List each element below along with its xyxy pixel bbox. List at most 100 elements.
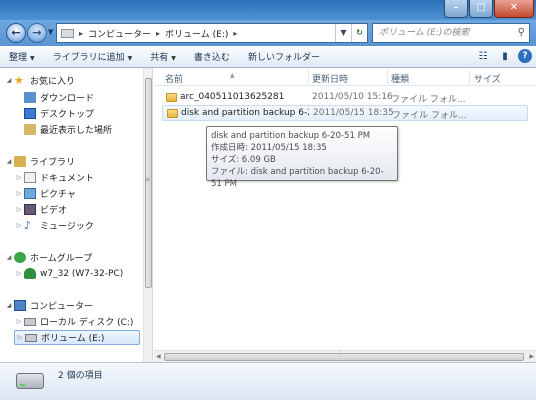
collapsed-icon[interactable]: ▷ <box>14 270 24 277</box>
horizontal-scroll-thumb[interactable] <box>164 353 524 361</box>
scroll-left-icon[interactable]: ◀ <box>156 353 161 360</box>
column-type[interactable]: 種類 <box>391 72 409 85</box>
column-name[interactable]: 名前 <box>165 72 183 85</box>
breadcrumb-volume[interactable]: ボリューム (E:) <box>165 27 228 40</box>
nav-desktop[interactable]: デスクトップ <box>14 106 154 121</box>
refresh-button[interactable]: ↻ <box>351 24 367 42</box>
file-type: ファイル フォル... <box>391 95 466 105</box>
add-to-library-button[interactable]: ライブラリに追加 ▼ <box>44 50 142 63</box>
expand-icon[interactable]: ◢ <box>4 158 14 165</box>
preview-pane-icon[interactable]: ▮ <box>496 48 514 65</box>
toolbar-right: ☷ ▮ ? <box>474 48 532 65</box>
grip-icon: ≡ <box>145 176 151 183</box>
nav-music[interactable]: ▷ ♪ ミュージック <box>14 218 154 233</box>
library-icon <box>14 156 26 167</box>
nav-scrollbar[interactable]: ≡ <box>143 68 152 362</box>
file-list: ▲ 名前 更新日時 種類 サイズ arc_040511013625281 201… <box>154 68 536 362</box>
new-folder-button[interactable]: 新しいフォルダー <box>239 50 329 63</box>
chevron-right-icon[interactable]: ▸ <box>233 29 237 38</box>
collapsed-icon[interactable]: ▷ <box>15 334 25 341</box>
collapsed-icon[interactable]: ▷ <box>14 190 24 197</box>
column-headers: ▲ 名前 更新日時 種類 サイズ <box>154 68 536 86</box>
minimize-button[interactable]: – <box>444 0 468 18</box>
expand-icon[interactable]: ◢ <box>4 77 14 84</box>
address-dropdown-button[interactable]: ▼ <box>335 24 351 42</box>
forward-button[interactable]: → <box>27 23 47 43</box>
nav-downloads[interactable]: ダウンロード <box>14 90 154 105</box>
nav-homegroup[interactable]: ◢ ホームグループ <box>4 250 144 265</box>
pictures-icon <box>24 188 36 199</box>
search-icon[interactable]: ⚲ <box>518 24 525 42</box>
nav-volume-e[interactable]: ▷ ボリューム (E:) <box>14 330 140 345</box>
drive-icon <box>25 333 37 342</box>
search-input[interactable]: ボリューム (E:)の検索 ⚲ <box>372 23 530 43</box>
file-date: 2011/05/15 18:35 <box>313 108 394 118</box>
column-date[interactable]: 更新日時 <box>312 72 348 85</box>
folder-icon <box>167 109 178 118</box>
horizontal-scrollbar[interactable]: ◀ ⦙ ▶ <box>154 349 536 362</box>
collapsed-icon[interactable]: ▷ <box>14 318 24 325</box>
chevron-right-icon[interactable]: ▸ <box>156 29 160 38</box>
folder-icon <box>166 93 177 102</box>
hard-disk-icon <box>24 317 36 326</box>
navigation-pane: ◢ ★ お気に入り ダウンロード デスクトップ 最近表示した場所 ◢ ライブラリ… <box>0 68 153 362</box>
search-placeholder: ボリューム (E:)の検索 <box>379 28 470 38</box>
tooltip-files: ファイル: disk and partition backup 6-20-51 … <box>211 167 384 189</box>
maximize-button[interactable]: □ <box>469 0 493 18</box>
nav-computer[interactable]: ◢ コンピューター <box>4 298 144 313</box>
expand-icon[interactable]: ◢ <box>4 254 14 261</box>
expand-icon[interactable]: ◢ <box>4 302 14 309</box>
view-options-icon[interactable]: ☷ <box>474 48 492 65</box>
help-icon[interactable]: ? <box>518 49 532 63</box>
breadcrumb-computer[interactable]: コンピューター <box>88 27 151 40</box>
caret-down-icon: ▼ <box>30 55 35 62</box>
nav-favorites[interactable]: ◢ ★ お気に入り <box>4 73 144 88</box>
tooltip-size: サイズ: 6.09 GB <box>211 155 276 165</box>
recent-pages-dropdown[interactable]: ▼ <box>48 28 53 36</box>
address-row: ← → ▼ ▸ コンピューター ▸ ボリューム (E:) ▸ ▼ ↻ ボリューム… <box>0 20 536 46</box>
file-date: 2011/05/10 15:16 <box>312 92 393 102</box>
file-type: ファイル フォル... <box>392 111 467 121</box>
address-actions: ▼ ↻ <box>335 24 367 42</box>
videos-icon <box>24 204 36 215</box>
caret-down-icon: ▼ <box>171 55 176 62</box>
organize-button[interactable]: 整理 ▼ <box>0 50 44 63</box>
nav-libraries[interactable]: ◢ ライブラリ <box>4 154 144 169</box>
address-bar[interactable]: ▸ コンピューター ▸ ボリューム (E:) ▸ ▼ ↻ <box>56 23 368 43</box>
title-bar: – □ ✕ <box>0 0 536 20</box>
nav-pictures[interactable]: ▷ ピクチャ <box>14 186 154 201</box>
nav-local-disk[interactable]: ▷ ローカル ディスク (C:) <box>14 314 154 329</box>
star-icon: ★ <box>14 74 24 87</box>
file-name: disk and partition backup 6-2... <box>181 108 309 118</box>
collapsed-icon[interactable]: ▷ <box>14 174 24 181</box>
recent-places-icon <box>24 124 36 135</box>
nav-scroll-thumb[interactable] <box>145 78 152 288</box>
share-button[interactable]: 共有 ▼ <box>141 50 185 63</box>
file-tooltip: disk and partition backup 6-20-51 PM 作成日… <box>206 126 398 189</box>
downloads-folder-icon <box>24 92 36 103</box>
caret-down-icon: ▼ <box>127 55 133 62</box>
nav-recent-places[interactable]: 最近表示した場所 <box>14 122 154 137</box>
documents-icon <box>24 172 36 183</box>
back-button[interactable]: ← <box>6 23 26 43</box>
homegroup-icon <box>14 252 26 263</box>
close-button[interactable]: ✕ <box>494 0 534 18</box>
desktop-icon <box>24 108 36 119</box>
nav-documents[interactable]: ▷ ドキュメント <box>14 170 154 185</box>
nav-homegroup-user[interactable]: ▷ w7_32 (W7-32-PC) <box>14 266 154 281</box>
chevron-right-icon[interactable]: ▸ <box>79 29 83 38</box>
music-icon: ♪ <box>24 219 32 232</box>
file-row[interactable]: arc_040511013625281 2011/05/10 15:16 ファイ… <box>162 90 528 106</box>
collapsed-icon[interactable]: ▷ <box>14 206 24 213</box>
tooltip-name: disk and partition backup 6-20-51 PM <box>211 131 371 141</box>
command-bar: 整理 ▼ ライブラリに追加 ▼ 共有 ▼ 書き込む 新しいフォルダー ☷ ▮ ? <box>0 46 536 68</box>
user-icon <box>24 268 36 279</box>
burn-button[interactable]: 書き込む <box>185 50 239 63</box>
scroll-right-icon[interactable]: ▶ <box>529 353 534 360</box>
item-count: 2 個の項目 <box>58 371 103 381</box>
drive-icon <box>61 28 74 38</box>
column-size[interactable]: サイズ <box>474 72 501 85</box>
collapsed-icon[interactable]: ▷ <box>14 222 24 229</box>
file-row[interactable]: disk and partition backup 6-2... 2011/05… <box>162 105 528 121</box>
nav-videos[interactable]: ▷ ビデオ <box>14 202 154 217</box>
